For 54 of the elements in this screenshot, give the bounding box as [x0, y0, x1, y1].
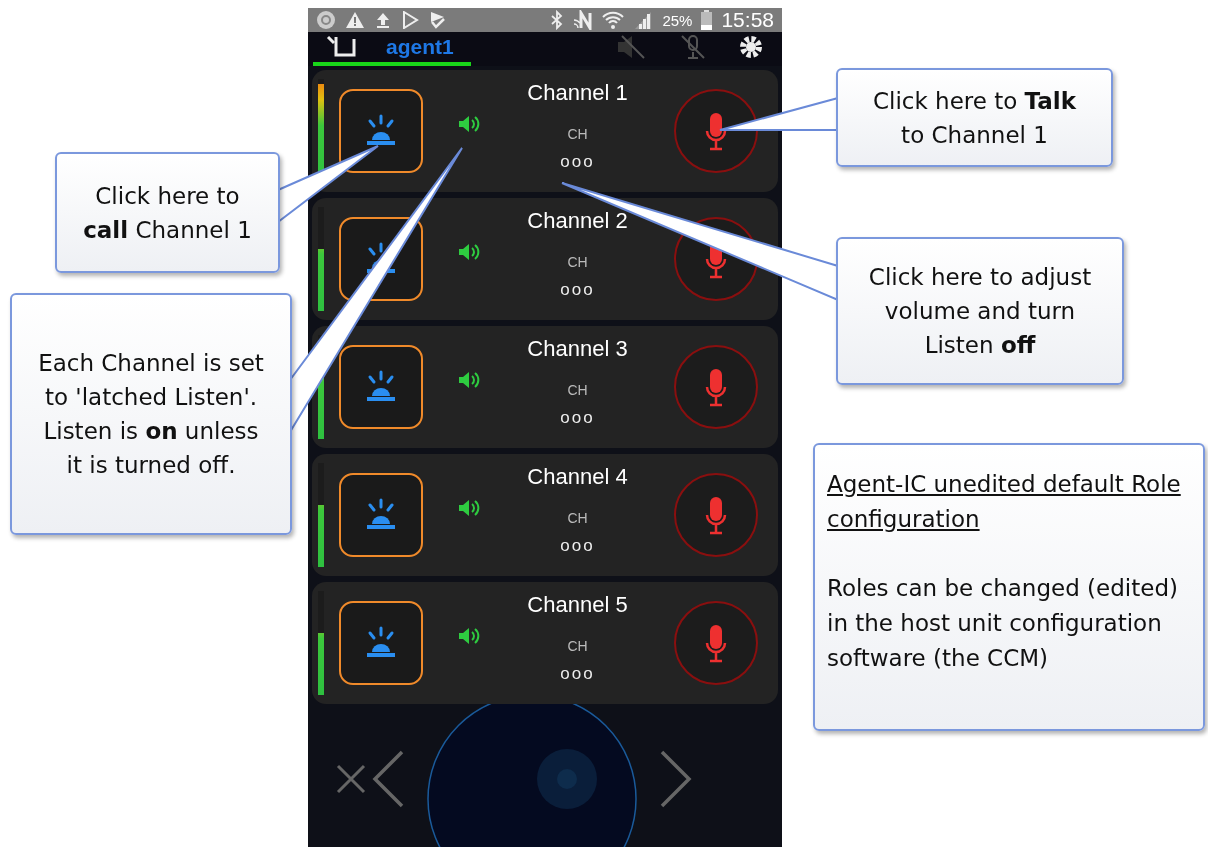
battery-percent: 25% [662, 11, 693, 29]
channel-name: Channel 5 [527, 592, 628, 618]
volume-dots[interactable]: ooo [560, 152, 595, 172]
beacon-icon [364, 498, 398, 532]
tab-title[interactable]: agent1 [386, 35, 454, 59]
channel-name: Channel 2 [527, 208, 628, 234]
call-button[interactable] [339, 345, 423, 429]
speaker-icon[interactable] [457, 626, 481, 646]
signal-icon [633, 10, 654, 30]
microphone-icon [705, 623, 727, 663]
microphone-icon [705, 367, 727, 407]
volume-dots[interactable]: ooo [560, 536, 595, 556]
bluetooth-icon [550, 10, 565, 30]
channel-name: Channel 4 [527, 464, 628, 490]
beacon-icon [364, 114, 398, 148]
speaker-icon[interactable] [457, 498, 481, 518]
warning-icon [345, 11, 365, 29]
call-button[interactable] [339, 473, 423, 557]
callout-text: Each Channel is set to 'latched Listen'. Listen is on unless it is turned off. [37, 349, 265, 480]
close-icon[interactable] [336, 764, 366, 794]
channel-label: CH [567, 382, 588, 398]
wifi-icon [602, 10, 625, 30]
channel-label: CH [567, 638, 588, 654]
callout-text: Click here to call Channel 1 [82, 181, 253, 245]
beacon-icon [364, 626, 398, 660]
note-title: Agent-IC unedited default Role configuration [827, 470, 1182, 534]
volume-dots[interactable]: ooo [560, 280, 595, 300]
channel-label: CH [567, 510, 588, 526]
volume-dots[interactable]: ooo [560, 664, 595, 684]
speaker-icon[interactable] [457, 242, 481, 262]
battery-icon [701, 10, 713, 30]
upload-icon [374, 11, 392, 29]
clock-time: 15:58 [721, 8, 774, 32]
speaker-icon[interactable] [457, 114, 481, 134]
callout-text: Click here to Talk to Channel 1 [871, 86, 1078, 150]
speaker-icon[interactable] [457, 370, 481, 390]
volume-dots[interactable]: ooo [560, 408, 595, 428]
callout-text: Click here to adjust volume and turn Listen off [867, 263, 1093, 360]
chevron-right-icon[interactable] [660, 750, 692, 808]
microphone-icon [705, 111, 727, 151]
channel-name: Channel 1 [527, 80, 628, 106]
settings-icon[interactable] [738, 34, 764, 60]
channel-label: CH [567, 254, 588, 270]
microphone-icon [705, 495, 727, 535]
check-flag-icon [428, 11, 446, 29]
call-button[interactable] [339, 89, 423, 173]
channel-name: Channel 3 [527, 336, 628, 362]
exit-icon[interactable] [326, 35, 356, 59]
chevron-left-icon[interactable] [372, 750, 404, 808]
call-button[interactable] [339, 601, 423, 685]
note-body: Roles can be changed (edited) in the host unit configuration software (the CCM) [827, 574, 1179, 673]
beacon-icon [364, 370, 398, 404]
nfc-icon [573, 10, 594, 30]
channel-label: CH [567, 126, 588, 142]
